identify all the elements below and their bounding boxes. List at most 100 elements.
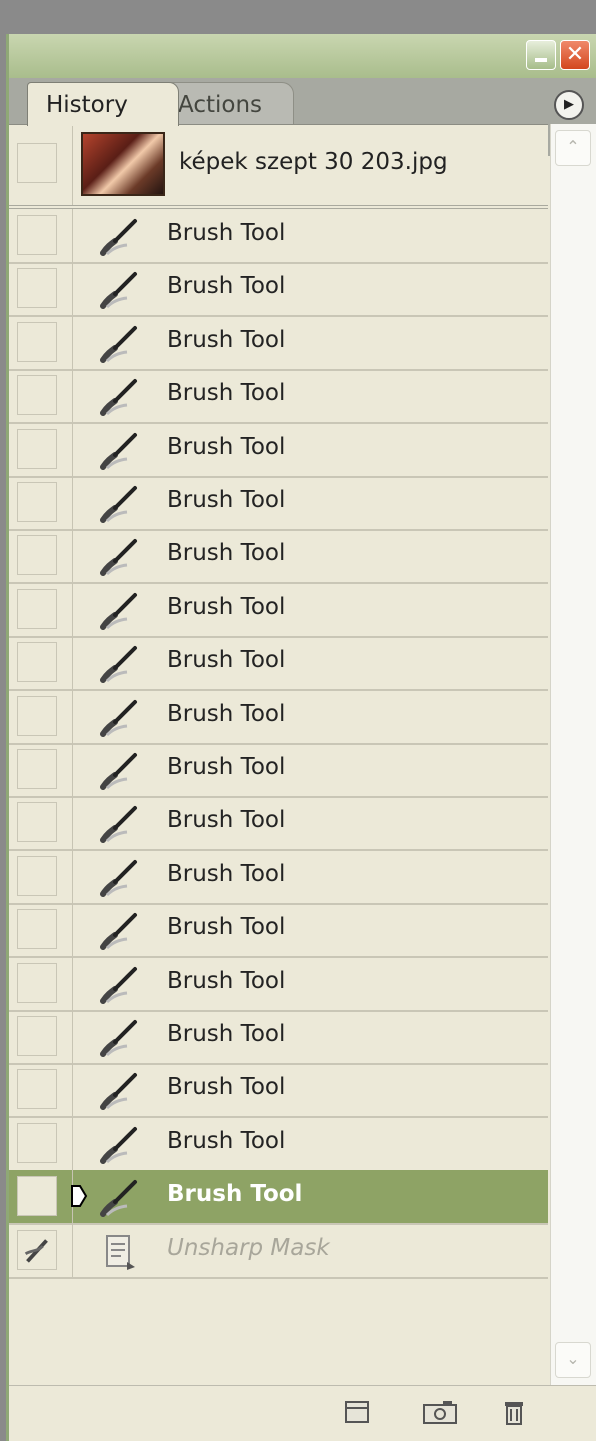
close-button[interactable]: ✕ — [560, 40, 590, 70]
divider — [72, 582, 73, 636]
new-document-icon[interactable] — [342, 1398, 372, 1426]
history-state-row[interactable]: Brush Tool — [9, 369, 548, 425]
history-state-row[interactable]: Brush Tool — [9, 849, 548, 905]
brush-icon — [97, 484, 143, 524]
snapshot-source-checkbox[interactable] — [17, 321, 57, 362]
divider — [72, 209, 73, 262]
history-state-row[interactable]: Brush Tool — [9, 422, 548, 478]
camera-icon[interactable] — [421, 1398, 459, 1426]
history-state-row[interactable]: Brush Tool — [9, 796, 548, 852]
history-state-label: Brush Tool — [167, 754, 286, 780]
history-state-label: Brush Tool — [167, 860, 286, 887]
brush-icon — [97, 858, 143, 898]
divider — [72, 315, 73, 369]
history-state-label: Brush Tool — [167, 1074, 286, 1101]
brush-icon — [97, 377, 143, 417]
brush-icon — [97, 644, 143, 684]
brush-icon — [97, 324, 143, 364]
document-icon — [97, 1232, 143, 1272]
trash-icon[interactable] — [499, 1398, 529, 1426]
history-state-row[interactable]: Brush Tool — [9, 956, 548, 1012]
snapshot-source-checkbox[interactable] — [17, 428, 57, 469]
history-state-label: Brush Tool — [167, 647, 286, 674]
history-state-row[interactable]: Brush Tool — [9, 209, 548, 264]
snapshot-source-checkbox[interactable] — [17, 215, 57, 255]
divider — [72, 1223, 73, 1277]
divider — [72, 262, 73, 316]
history-panel: ✕ Actions History ▶ képek szept 30 203.j… — [6, 34, 596, 1441]
snapshot-label: képek szept 30 203.jpg — [179, 149, 448, 175]
history-brush-source-icon — [24, 1238, 48, 1263]
snapshot-source-checkbox[interactable] — [17, 642, 57, 683]
divider — [72, 369, 73, 423]
divider — [72, 529, 73, 583]
history-state-label: Brush Tool — [167, 914, 286, 941]
vertical-scrollbar[interactable]: ⌃ ⌄ — [550, 124, 596, 1386]
snapshot-source-checkbox[interactable] — [17, 802, 57, 843]
brush-icon — [97, 270, 143, 310]
history-state-label: Brush Tool — [167, 593, 286, 620]
divider — [72, 422, 73, 476]
tab-history[interactable]: History — [27, 82, 179, 126]
snapshot-source-checkbox[interactable] — [17, 1069, 57, 1110]
history-list: képek szept 30 203.jpg Brush Tool Brush T… — [9, 124, 548, 1387]
history-state-row[interactable]: Brush Tool — [9, 903, 548, 959]
divider — [72, 636, 73, 690]
history-state-row[interactable]: Brush Tool — [9, 529, 548, 585]
history-state-row[interactable]: Brush Tool — [9, 476, 548, 531]
divider — [72, 743, 73, 796]
snapshot-source-checkbox[interactable] — [17, 909, 57, 950]
snapshot-source-checkbox[interactable] — [17, 1016, 57, 1056]
divider — [72, 1010, 73, 1063]
snapshot-source-checkbox[interactable] — [17, 1122, 57, 1163]
divider — [72, 1063, 73, 1117]
history-state-row[interactable]: Brush Tool — [9, 636, 548, 692]
brush-icon — [97, 1018, 143, 1058]
snapshot-source-checkbox[interactable] — [17, 962, 57, 1003]
brush-icon — [97, 751, 143, 791]
panel-footer — [9, 1385, 596, 1441]
divider — [72, 849, 73, 903]
history-state-row[interactable]: Brush Tool — [9, 1170, 548, 1226]
snapshot-source-checkbox[interactable] — [17, 535, 57, 576]
snapshot-source-checkbox[interactable] — [17, 268, 57, 309]
history-state-row[interactable]: Brush Tool — [9, 743, 548, 798]
history-state-label: Brush Tool — [167, 1021, 286, 1047]
brush-icon — [97, 591, 143, 631]
divider — [72, 125, 73, 205]
panel-titlebar[interactable]: ✕ — [9, 34, 596, 79]
snapshot-source-checkbox[interactable] — [17, 695, 57, 736]
snapshot-source-checkbox[interactable] — [17, 749, 57, 789]
snapshot-checkbox[interactable] — [17, 143, 57, 183]
snapshot-source-checkbox[interactable] — [17, 1229, 57, 1270]
history-state-row[interactable]: Brush Tool — [9, 1063, 548, 1119]
history-state-label: Brush Tool — [167, 220, 286, 246]
brush-icon — [97, 217, 143, 257]
panel-menu-button[interactable]: ▶ — [554, 90, 584, 120]
brush-icon — [97, 537, 143, 577]
snapshot-source-checkbox[interactable] — [17, 1176, 57, 1217]
snapshot-source-checkbox[interactable] — [17, 855, 57, 896]
history-state-row[interactable]: Brush Tool — [9, 582, 548, 638]
brush-icon — [97, 1071, 143, 1111]
scroll-down-button[interactable]: ⌄ — [555, 1342, 591, 1378]
minimize-button[interactable] — [526, 40, 556, 70]
history-state-row[interactable]: Brush Tool — [9, 262, 548, 318]
snapshot-row[interactable]: képek szept 30 203.jpg — [9, 125, 548, 209]
history-state-label: Brush Tool — [167, 807, 286, 834]
snapshot-source-checkbox[interactable] — [17, 588, 57, 629]
brush-icon — [97, 1125, 143, 1165]
history-state-slider-icon[interactable] — [70, 1184, 88, 1208]
tab-actions[interactable]: Actions — [159, 82, 294, 126]
snapshot-source-checkbox[interactable] — [17, 482, 57, 522]
scroll-up-button[interactable]: ⌃ — [555, 130, 591, 166]
history-state-label: Brush Tool — [167, 487, 286, 513]
history-state-row[interactable]: Brush Tool — [9, 689, 548, 745]
history-state-label: Brush Tool — [167, 273, 286, 300]
snapshot-source-checkbox[interactable] — [17, 375, 57, 416]
brush-icon — [97, 431, 143, 471]
history-state-row[interactable]: Brush Tool — [9, 1010, 548, 1065]
history-state-row[interactable]: Brush Tool — [9, 315, 548, 371]
history-state-row[interactable]: Unsharp Mask — [9, 1223, 548, 1279]
history-state-row[interactable]: Brush Tool — [9, 1116, 548, 1172]
